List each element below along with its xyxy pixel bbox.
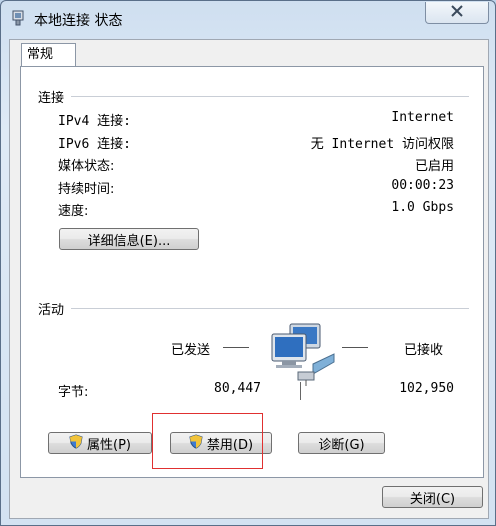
- sent-bytes-value: 80,447: [214, 381, 261, 396]
- duration-label: 持续时间:: [58, 182, 115, 197]
- close-button[interactable]: 关闭(C): [382, 486, 483, 508]
- sent-label: 已发送: [171, 343, 211, 358]
- window-title: 本地连接 状态: [34, 13, 123, 29]
- received-connector-line: [342, 347, 368, 348]
- speed-value: 1.0 Gbps: [391, 200, 454, 215]
- received-bytes-value: 102,950: [399, 381, 454, 396]
- diagnose-button[interactable]: 诊断(G): [298, 432, 385, 454]
- close-icon: [449, 4, 465, 21]
- received-label: 已接收: [404, 343, 444, 358]
- group-divider: [71, 96, 469, 97]
- ipv4-value: Internet: [391, 110, 454, 125]
- title-bar[interactable]: 本地连接 状态: [1, 1, 495, 35]
- ipv6-label: IPv6 连接:: [58, 137, 131, 152]
- details-button[interactable]: 详细信息(E)...: [59, 228, 199, 250]
- media-state-value: 已启用: [414, 159, 454, 174]
- connection-group-label: 连接: [38, 91, 65, 106]
- speed-label: 速度:: [58, 204, 89, 219]
- ipv4-label: IPv4 连接:: [58, 114, 131, 129]
- sent-connector-line: [223, 347, 249, 348]
- highlight-box: [152, 413, 263, 469]
- ipv6-value: 无 Internet 访问权限: [310, 137, 454, 152]
- network-computers-icon: [268, 320, 338, 390]
- activity-group-label: 活动: [38, 303, 65, 318]
- bytes-label: 字节:: [58, 385, 89, 400]
- bytes-separator: [300, 382, 301, 400]
- media-state-label: 媒体状态:: [58, 159, 115, 174]
- window-close-button[interactable]: [425, 2, 489, 24]
- properties-button-label: 属性(P): [87, 437, 131, 453]
- duration-value: 00:00:23: [391, 178, 454, 193]
- properties-button[interactable]: 属性(P): [48, 432, 152, 454]
- uac-shield-icon: [69, 433, 83, 453]
- network-adapter-icon: [12, 10, 24, 26]
- tab-general[interactable]: 常规: [21, 43, 76, 66]
- group-divider: [71, 308, 469, 309]
